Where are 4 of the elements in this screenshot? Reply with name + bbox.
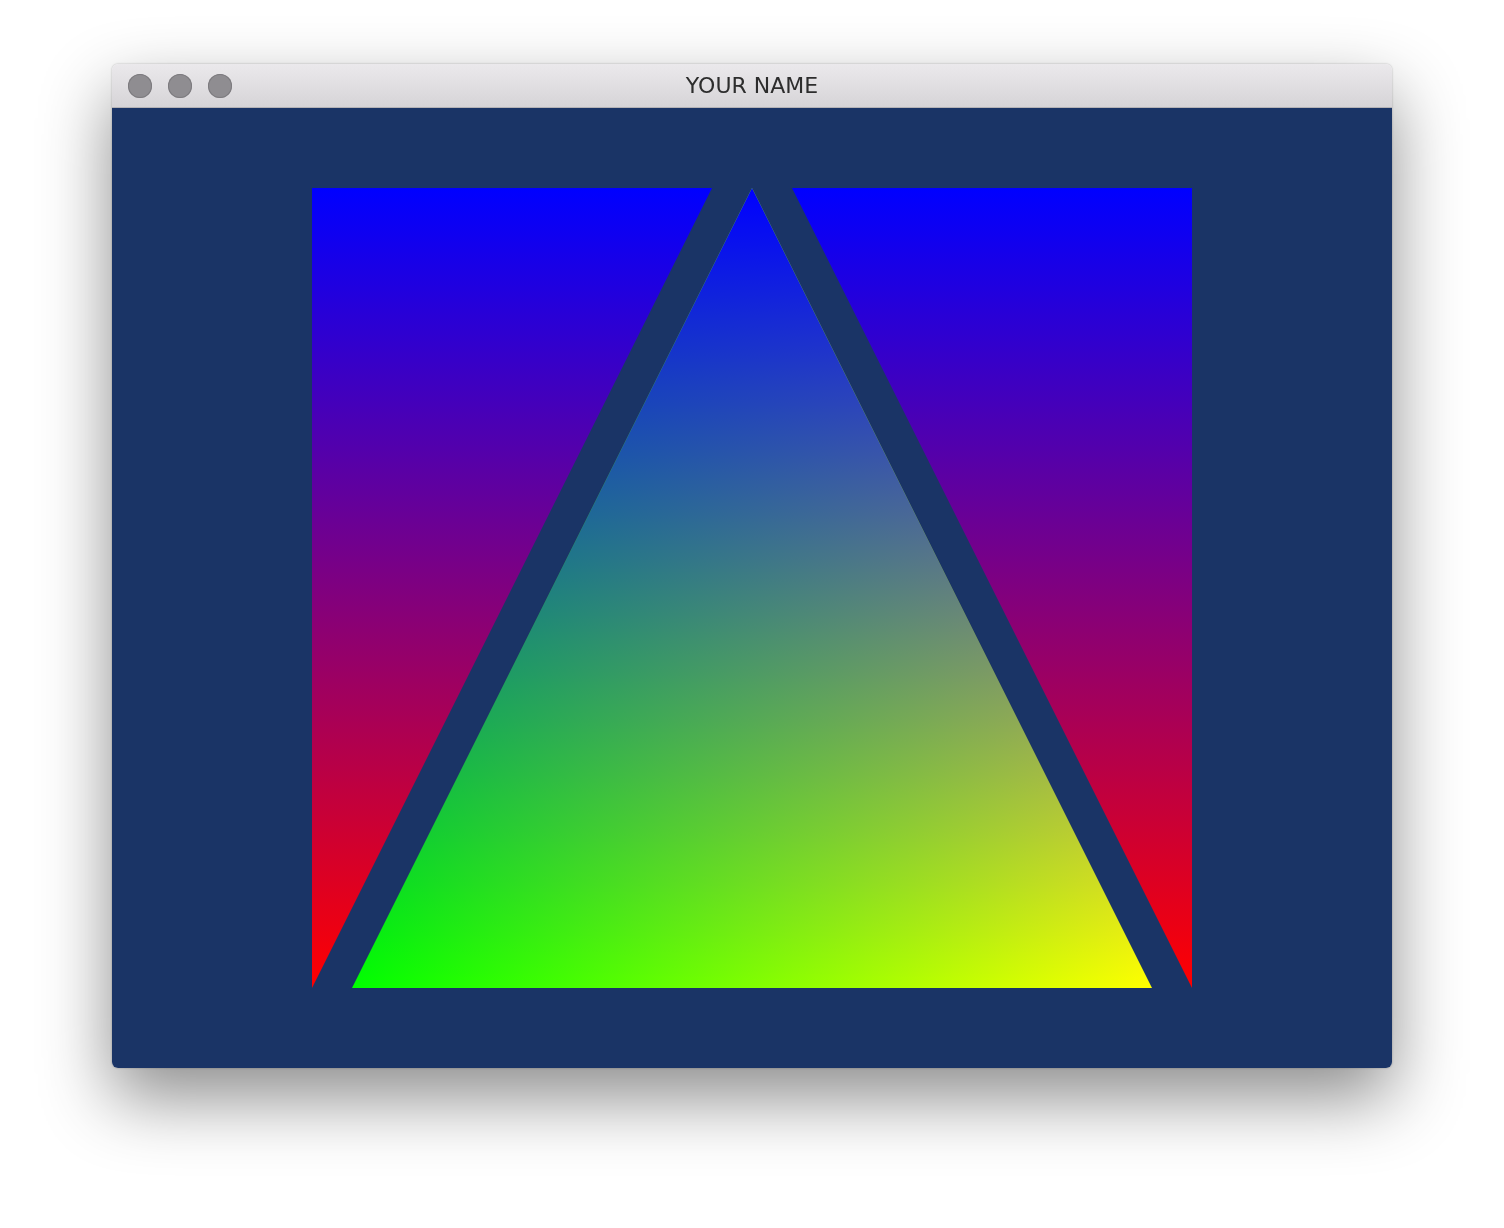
minimize-button[interactable] — [168, 74, 192, 98]
window-title: YOUR NAME — [685, 73, 819, 98]
close-button[interactable] — [128, 74, 152, 98]
zoom-button[interactable] — [208, 74, 232, 98]
